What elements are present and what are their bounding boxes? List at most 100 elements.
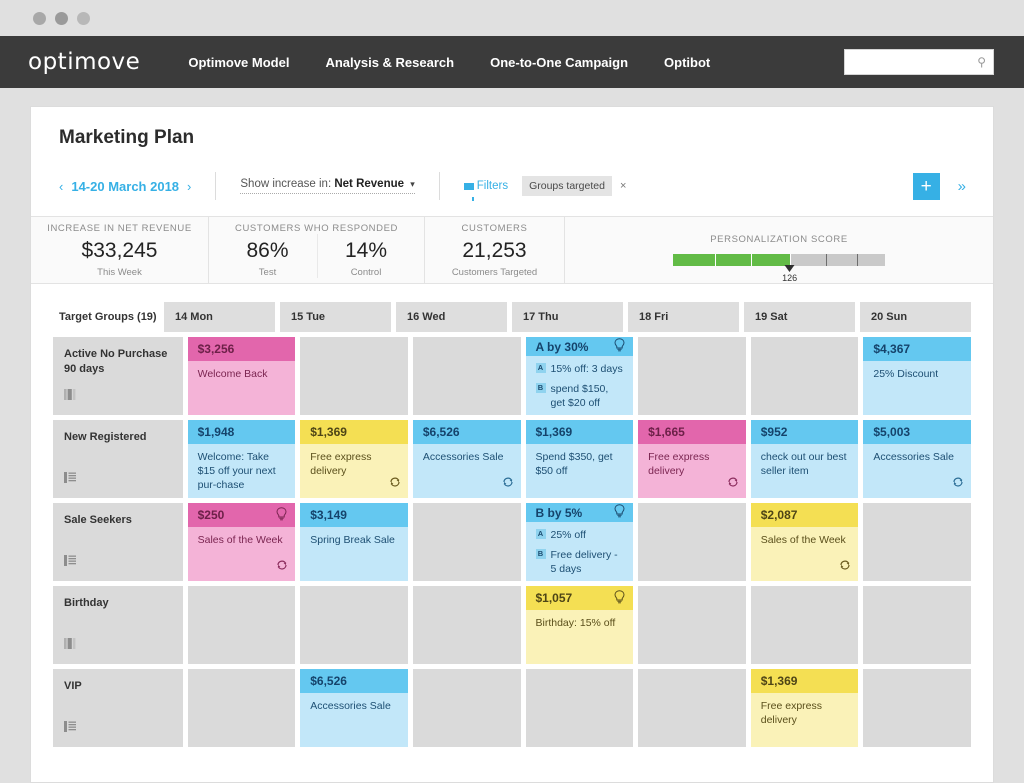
- prev-week-arrow[interactable]: ‹: [59, 179, 63, 194]
- day-header-2[interactable]: 16 Wed: [396, 302, 507, 332]
- recurring-icon[interactable]: [276, 559, 288, 576]
- recurring-icon[interactable]: [952, 476, 964, 493]
- empty-slot[interactable]: [863, 586, 971, 664]
- day-header-6[interactable]: 20 Sun: [860, 302, 971, 332]
- target-group-cell[interactable]: VIP: [53, 669, 183, 747]
- show-increase-label: Show increase in:: [240, 178, 331, 190]
- day-header-4[interactable]: 18 Fri: [628, 302, 739, 332]
- campaign-amount: $3,149: [300, 503, 408, 527]
- campaign-cell[interactable]: $2,087Sales of the Week: [751, 503, 859, 581]
- kpi-control-value: 14%: [345, 239, 387, 263]
- maximize-dot[interactable]: [55, 12, 68, 25]
- empty-slot[interactable]: [413, 337, 521, 415]
- campaign-cell[interactable]: $3,256Welcome Back: [188, 337, 296, 415]
- recurring-icon[interactable]: [727, 476, 739, 493]
- filter-chip-remove-icon[interactable]: ×: [620, 180, 626, 192]
- campaign-cell[interactable]: $952check out our best seller item: [751, 420, 859, 498]
- lightbulb-icon: [614, 338, 625, 352]
- empty-slot[interactable]: [188, 669, 296, 747]
- ab-variant-line: Bspend $150, get $20 off: [536, 382, 625, 410]
- filters-button[interactable]: Filters: [464, 180, 508, 192]
- recurring-icon: [276, 559, 288, 571]
- show-increase-dropdown[interactable]: Show increase in: Net Revenue ▾: [240, 178, 414, 194]
- empty-slot[interactable]: [413, 669, 521, 747]
- campaign-cell[interactable]: $1,948Welcome: Take $15 off your next pu…: [188, 420, 296, 498]
- target-group-cell[interactable]: Birthday: [53, 586, 183, 664]
- minimize-dot[interactable]: [33, 12, 46, 25]
- campaign-description: Free express delivery: [648, 450, 737, 478]
- target-group-cell[interactable]: Sale Seekers: [53, 503, 183, 581]
- day-header-1[interactable]: 15 Tue: [280, 302, 391, 332]
- campaign-cell[interactable]: $4,36725% Discount: [863, 337, 971, 415]
- campaign-body: Spring Break Sale: [300, 527, 408, 581]
- page-title: Marketing Plan: [59, 127, 965, 149]
- lightbulb-icon[interactable]: [614, 590, 625, 607]
- personalization-score-bar[interactable]: 126: [673, 254, 885, 266]
- add-campaign-button[interactable]: +: [913, 173, 940, 200]
- recurring-icon[interactable]: [502, 476, 514, 493]
- empty-slot[interactable]: [638, 503, 746, 581]
- nav-item-optibot[interactable]: Optibot: [664, 55, 710, 70]
- day-header-5[interactable]: 19 Sat: [744, 302, 855, 332]
- campaign-cell[interactable]: A by 30%A15% off: 3 daysBspend $150, get…: [526, 337, 634, 415]
- campaign-cell[interactable]: $1,057Birthday: 15% off: [526, 586, 634, 664]
- campaign-description: Sales of the Week: [761, 533, 850, 547]
- nav-item-one-to-one-campaign[interactable]: One-to-One Campaign: [490, 55, 628, 70]
- campaign-amount-value: $3,256: [198, 342, 235, 356]
- collapse-chevrons-icon[interactable]: »: [958, 178, 965, 195]
- empty-slot[interactable]: [188, 586, 296, 664]
- recurring-icon[interactable]: [839, 559, 851, 576]
- plan-header: Marketing Plan ‹ 14-20 March 2018 › Show…: [31, 107, 993, 208]
- campaign-cell[interactable]: $6,526Accessories Sale: [413, 420, 521, 498]
- day-header-0[interactable]: 14 Mon: [164, 302, 275, 332]
- campaign-body: Accessories Sale: [863, 444, 971, 498]
- empty-slot[interactable]: [300, 337, 408, 415]
- optimove-logo[interactable]: optimove: [28, 49, 140, 75]
- empty-slot[interactable]: [638, 586, 746, 664]
- top-navigation-bar: optimove Optimove Model Analysis & Resea…: [0, 36, 1024, 88]
- campaign-cell[interactable]: B by 5%A25% offBFree delivery - 5 days: [526, 503, 634, 581]
- campaign-cell[interactable]: $1,369Free express delivery: [300, 420, 408, 498]
- empty-slot[interactable]: [526, 669, 634, 747]
- campaign-cell[interactable]: $6,526Accessories Sale: [300, 669, 408, 747]
- empty-slot[interactable]: [638, 669, 746, 747]
- filter-funnel-icon: [464, 183, 474, 190]
- calendar-row: Sale Seekers$250Sales of the Week$3,149S…: [53, 503, 971, 581]
- filter-chip-groups-targeted[interactable]: Groups targeted: [522, 176, 612, 196]
- campaign-cell[interactable]: $5,003Accessories Sale: [863, 420, 971, 498]
- kpi-test-value: 86%: [246, 239, 288, 263]
- empty-slot[interactable]: [751, 586, 859, 664]
- empty-slot[interactable]: [863, 503, 971, 581]
- lightbulb-icon[interactable]: [614, 338, 625, 355]
- next-week-arrow[interactable]: ›: [187, 179, 191, 194]
- empty-slot[interactable]: [413, 503, 521, 581]
- page-body: Marketing Plan ‹ 14-20 March 2018 › Show…: [0, 88, 1024, 783]
- target-group-cell[interactable]: Active No Purchase 90 days: [53, 337, 183, 415]
- nav-item-analysis-research[interactable]: Analysis & Research: [325, 55, 454, 70]
- campaign-amount-value: $1,057: [536, 591, 573, 605]
- target-group-cell[interactable]: New Registered: [53, 420, 183, 498]
- empty-slot[interactable]: [751, 337, 859, 415]
- campaign-cell[interactable]: $250Sales of the Week: [188, 503, 296, 581]
- recurring-icon[interactable]: [389, 476, 401, 493]
- day-header-3[interactable]: 17 Thu: [512, 302, 623, 332]
- nav-item-optimove-model[interactable]: Optimove Model: [188, 55, 289, 70]
- lightbulb-icon[interactable]: [614, 504, 625, 521]
- campaign-cell[interactable]: $1,369Free express delivery: [751, 669, 859, 747]
- date-range-selector[interactable]: ‹ 14-20 March 2018 ›: [59, 179, 191, 194]
- empty-slot[interactable]: [413, 586, 521, 664]
- close-dot[interactable]: [77, 12, 90, 25]
- empty-slot[interactable]: [300, 586, 408, 664]
- lightbulb-icon[interactable]: [276, 507, 287, 524]
- search-box[interactable]: ⚲: [844, 49, 994, 75]
- campaign-cell[interactable]: $1,665Free express delivery: [638, 420, 746, 498]
- kpi-strip: INCREASE IN NET REVENUE $33,245 This Wee…: [31, 216, 993, 284]
- recurring-icon: [389, 476, 401, 488]
- campaign-amount: $1,369: [751, 669, 859, 693]
- campaign-body: Sales of the Week: [751, 527, 859, 581]
- empty-slot[interactable]: [863, 669, 971, 747]
- campaign-cell[interactable]: $3,149Spring Break Sale: [300, 503, 408, 581]
- campaign-cell[interactable]: $1,369Spend $350, get $50 off: [526, 420, 634, 498]
- campaign-amount-value: $6,526: [310, 674, 347, 688]
- empty-slot[interactable]: [638, 337, 746, 415]
